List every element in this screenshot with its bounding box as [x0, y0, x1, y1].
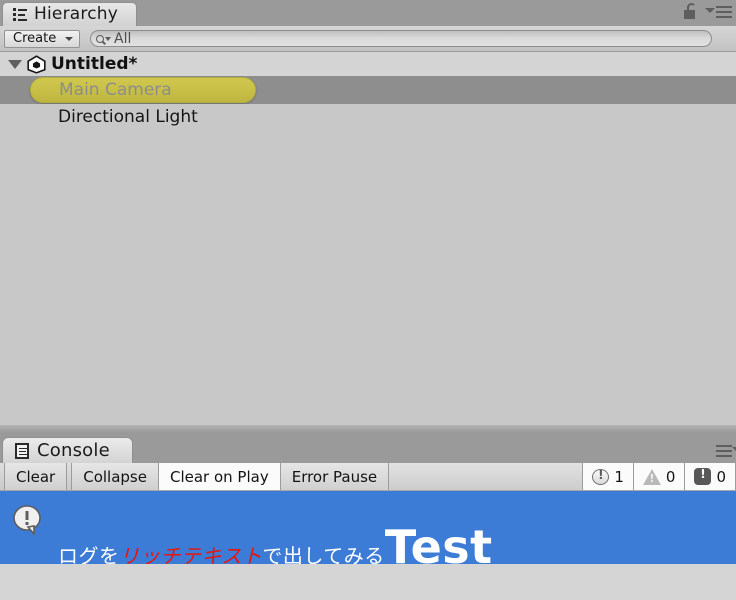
hierarchy-tabstrip: Hierarchy	[0, 0, 736, 26]
warning-counter[interactable]: 0	[632, 463, 685, 490]
create-button-label: Create	[13, 31, 57, 46]
error-pause-button[interactable]: Error Pause	[280, 463, 390, 490]
chevron-down-icon	[105, 36, 111, 41]
info-speech-bubble-icon	[592, 468, 610, 485]
tab-console[interactable]: Console	[2, 437, 133, 463]
search-input-value: All	[114, 30, 132, 47]
console-document-icon	[15, 442, 29, 459]
scene-name-label: Untitled*	[51, 54, 138, 74]
info-counter[interactable]: 1	[582, 463, 633, 490]
tree-root: Untitled* Main Camera Directional Light	[0, 52, 736, 130]
drag-pill-main-camera[interactable]: Main Camera	[30, 77, 256, 103]
unity-editor-window: Hierarchy Create All Untitled* Main Came…	[0, 0, 736, 600]
tree-item-label: Main Camera	[59, 80, 172, 100]
error-count: 0	[716, 467, 726, 486]
console-panel: Console Clear Collapse Clear on Play Err…	[0, 433, 736, 600]
log-entry-message: ログをリッチテキストで出してみるTest	[58, 524, 736, 564]
tree-row-scene[interactable]: Untitled*	[0, 52, 736, 76]
log-segment-plain: で出してみる	[262, 544, 385, 564]
tree-item-label: Directional Light	[58, 107, 198, 127]
console-tabstrip: Console	[0, 433, 736, 463]
console-toolbar: Clear Collapse Clear on Play Error Pause…	[0, 463, 736, 491]
lock-open-icon[interactable]	[684, 3, 699, 19]
tab-hierarchy[interactable]: Hierarchy	[2, 2, 137, 26]
tree-row-directional-light[interactable]: Directional Light	[0, 104, 736, 130]
warning-count: 0	[665, 467, 676, 486]
log-entry[interactable]: ログをリッチテキストで出してみるTest	[0, 491, 736, 564]
tree-row-main-camera[interactable]: Main Camera	[0, 76, 736, 104]
hierarchy-tree: Untitled* Main Camera Directional Light	[0, 52, 736, 433]
info-count: 1	[614, 467, 624, 486]
toolbar-spacer	[389, 463, 583, 490]
log-segment-large-bold: Test	[384, 520, 493, 564]
hierarchy-panel: Hierarchy Create All Untitled* Main Came…	[0, 0, 736, 433]
error-counter[interactable]: 0	[684, 463, 736, 490]
clear-on-play-button[interactable]: Clear on Play	[158, 463, 281, 490]
unity-logo-icon	[27, 54, 46, 74]
hierarchy-list-icon	[13, 8, 27, 21]
panel-divider[interactable]	[0, 425, 736, 433]
log-segment-plain: ログを	[58, 544, 120, 564]
chevron-down-icon	[65, 36, 73, 41]
clear-button[interactable]: Clear	[4, 463, 68, 490]
triangle-down-icon[interactable]	[8, 59, 22, 69]
tab-console-label: Console	[37, 439, 110, 461]
tab-hierarchy-label: Hierarchy	[34, 4, 118, 24]
hamburger-menu-icon[interactable]	[705, 4, 732, 18]
search-magnifier-icon	[96, 34, 104, 43]
hierarchy-tab-controls	[684, 3, 732, 19]
create-button[interactable]: Create	[4, 29, 80, 48]
hierarchy-toolbar: Create All	[0, 26, 736, 52]
info-speech-bubble-icon	[12, 505, 44, 537]
warning-triangle-icon	[642, 468, 661, 485]
error-octagon-icon	[694, 467, 712, 485]
search-input[interactable]: All	[90, 30, 712, 47]
log-segment-rich-red: リッチテキスト	[119, 544, 263, 564]
collapse-button[interactable]: Collapse	[71, 463, 159, 490]
console-log-list: ログをリッチテキストで出してみるTest	[0, 491, 736, 600]
